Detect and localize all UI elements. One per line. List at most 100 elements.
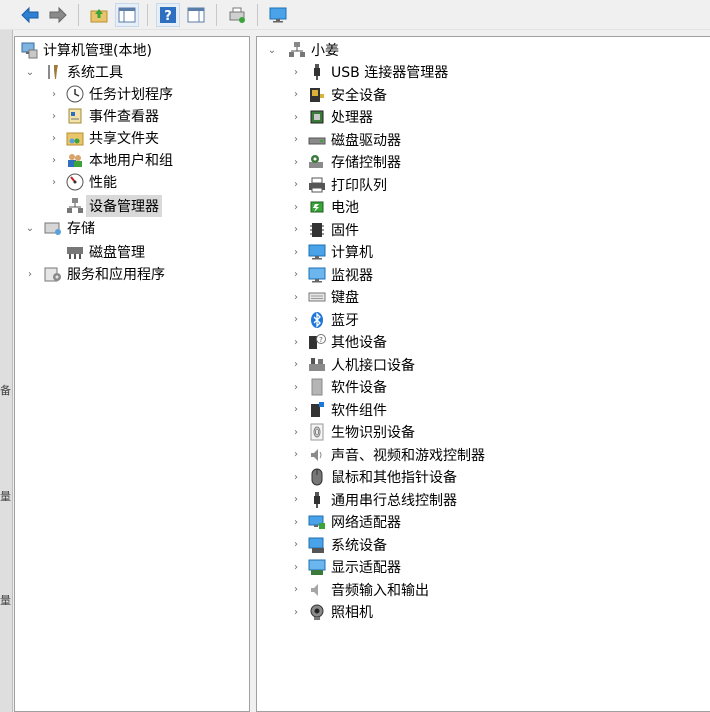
device-category-item[interactable]: › 声音、视频和游戏控制器 [289, 444, 485, 466]
device-category-item[interactable]: › 固件 [289, 219, 359, 241]
device-category-item[interactable]: › 音频输入和输出 [289, 579, 429, 601]
chevron-right-icon[interactable]: › [47, 87, 61, 101]
chevron-right-icon[interactable]: › [289, 470, 303, 484]
chevron-right-icon[interactable]: › [289, 268, 303, 282]
tree-item-shared-folders[interactable]: › 共享文件夹 [47, 127, 159, 149]
chevron-right-icon[interactable]: › [289, 110, 303, 124]
tree-item-task-scheduler[interactable]: › 任务计划程序 [47, 83, 173, 105]
device-category-item[interactable]: › 键盘 [289, 286, 359, 308]
chevron-right-icon[interactable]: › [289, 358, 303, 372]
device-root-computer[interactable]: ⌄ 小姜 [265, 39, 339, 61]
device-category-item[interactable]: › 生物识别设备 [289, 421, 415, 443]
tree-item-performance[interactable]: › 性能 [47, 171, 117, 193]
tree-item-label: 设备管理器 [86, 195, 162, 217]
device-category-item[interactable]: › 安全设备 [289, 84, 387, 106]
chevron-right-icon[interactable]: › [289, 560, 303, 574]
device-category-item[interactable]: › 系统设备 [289, 534, 387, 556]
device-category-item[interactable]: › 处理器 [289, 106, 373, 128]
chevron-right-icon[interactable]: › [289, 380, 303, 394]
tree-item-event-viewer[interactable]: › 事件查看器 [47, 105, 159, 127]
chevron-right-icon[interactable]: › [47, 131, 61, 145]
disk-management-icon [65, 242, 85, 262]
chevron-right-icon[interactable]: › [289, 538, 303, 552]
device-category-label: 打印队列 [331, 177, 387, 194]
chevron-right-icon[interactable]: › [289, 178, 303, 192]
device-category-item[interactable]: › 电池 [289, 196, 359, 218]
device-category-item[interactable]: › 软件组件 [289, 399, 387, 421]
device-category-label: 生物识别设备 [331, 425, 415, 441]
chevron-right-icon[interactable]: › [289, 200, 303, 214]
chevron-right-icon[interactable]: › [289, 425, 303, 439]
chevron-right-icon[interactable]: › [289, 403, 303, 417]
svg-text:?: ? [319, 336, 323, 344]
device-category-label: 固件 [331, 222, 359, 239]
chevron-right-icon[interactable]: › [289, 155, 303, 169]
up-folder-button[interactable] [87, 3, 111, 27]
printer-refresh-button[interactable] [225, 3, 249, 27]
device-category-item[interactable]: › 软件设备 [289, 376, 387, 398]
device-category-label: 人机接口设备 [331, 357, 415, 374]
device-category-item[interactable]: › 打印队列 [289, 174, 387, 196]
bluetooth-icon [307, 310, 327, 330]
chevron-right-icon[interactable]: › [289, 583, 303, 597]
svg-text:?: ? [164, 9, 172, 24]
chevron-right-icon[interactable]: › [289, 515, 303, 529]
action-pane-button[interactable] [184, 3, 208, 27]
device-category-item[interactable]: › 显示适配器 [289, 556, 401, 578]
device-category-item[interactable]: › 计算机 [289, 241, 373, 263]
chevron-right-icon[interactable]: › [289, 493, 303, 507]
chevron-down-icon[interactable]: ⌄ [23, 221, 37, 235]
device-category-label: 显示适配器 [331, 560, 401, 576]
chevron-right-icon[interactable]: › [289, 290, 303, 304]
tree-item-local-users[interactable]: › 本地用户和组 [47, 149, 173, 171]
tree-item-label: 服务和应用程序 [67, 267, 165, 283]
tree-item-services-apps[interactable]: › 服务和应用程序 [23, 263, 165, 285]
device-category-item[interactable]: › 人机接口设备 [289, 354, 415, 376]
tree-item-root[interactable]: 计算机管理(本地) [19, 39, 152, 61]
display-devices-button[interactable] [266, 3, 290, 27]
forward-button[interactable] [46, 3, 70, 27]
chevron-right-icon[interactable]: › [47, 109, 61, 123]
chevron-right-icon[interactable]: › [289, 88, 303, 102]
device-category-item[interactable]: › 通用串行总线控制器 [289, 489, 457, 511]
tree-item-device-manager[interactable]: 设备管理器 [65, 195, 162, 217]
chevron-right-icon[interactable]: › [47, 153, 61, 167]
device-category-label: 鼠标和其他指针设备 [331, 470, 457, 486]
device-category-item[interactable]: › 监视器 [289, 264, 373, 286]
chevron-right-icon[interactable]: › [23, 267, 37, 281]
help-button[interactable]: ? [156, 2, 180, 27]
tree-item-storage[interactable]: ⌄ 存储 [23, 217, 95, 239]
chevron-right-icon[interactable]: › [289, 605, 303, 619]
show-hide-tree-button[interactable] [115, 2, 139, 27]
tree-item-label: 共享文件夹 [89, 131, 159, 147]
chevron-right-icon[interactable]: › [289, 133, 303, 147]
tree-item-system-tools[interactable]: ⌄ 系统工具 [23, 61, 123, 83]
device-category-item[interactable]: › 鼠标和其他指针设备 [289, 466, 457, 488]
chevron-right-icon[interactable]: › [289, 223, 303, 237]
event-log-icon [65, 106, 85, 126]
chevron-down-icon[interactable]: ⌄ [23, 65, 37, 79]
device-category-item[interactable]: › 蓝牙 [289, 309, 359, 331]
device-category-item[interactable]: › 网络适配器 [289, 511, 401, 533]
device-category-item[interactable]: › USB 连接器管理器 [289, 61, 448, 83]
usb-connector-icon [307, 62, 327, 82]
device-scan-icon [229, 7, 245, 23]
device-category-item[interactable]: ›? 其他设备 [289, 331, 387, 353]
back-button[interactable] [18, 3, 42, 27]
chevron-down-icon[interactable]: ⌄ [265, 43, 279, 57]
computer-management-icon [19, 40, 39, 60]
chevron-right-icon[interactable]: › [289, 313, 303, 327]
chevron-right-icon[interactable]: › [289, 245, 303, 259]
device-category-item[interactable]: › 存储控制器 [289, 151, 401, 173]
device-list-pane[interactable]: ⌄ 小姜 › USB 连接器管理器 › 安全设备 › 处理器 › 磁盘驱动器 › 存储控制器 › 打印… [256, 36, 710, 712]
device-category-item[interactable]: › 照相机 [289, 601, 373, 623]
tree-item-label: 磁盘管理 [89, 245, 145, 261]
chevron-right-icon[interactable]: › [289, 448, 303, 462]
chevron-right-icon[interactable]: › [289, 65, 303, 79]
tree-item-disk-management[interactable]: 磁盘管理 [65, 241, 145, 263]
device-category-item[interactable]: › 磁盘驱动器 [289, 129, 401, 151]
chevron-right-icon[interactable]: › [47, 175, 61, 189]
console-tree-pane[interactable]: 计算机管理(本地) ⌄ 系统工具 › 任务计划程序 › 事件查看器 › 共享文件… [14, 36, 250, 712]
usb-controller-icon [307, 490, 327, 510]
chevron-right-icon[interactable]: › [289, 335, 303, 349]
